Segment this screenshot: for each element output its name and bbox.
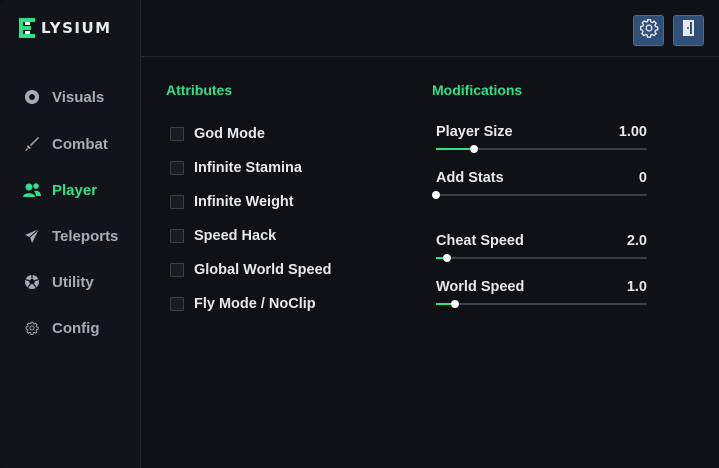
exit-button[interactable] bbox=[673, 15, 704, 46]
soccer-ball-icon bbox=[23, 273, 41, 291]
app-window: LYSIUM Visuals Combat Player Teleports U… bbox=[0, 0, 719, 468]
sidebar-item-label: Player bbox=[52, 181, 98, 199]
slider-header: World Speed 1.0 bbox=[436, 279, 648, 297]
slider-label: Add Stats bbox=[436, 170, 504, 186]
elysium-e-logo-icon bbox=[19, 18, 39, 38]
slider-value: 1.0 bbox=[626, 279, 647, 295]
sidebar-item-config[interactable]: Config bbox=[0, 308, 141, 348]
checkbox-label: Infinite Weight bbox=[194, 194, 294, 210]
slider-label: World Speed bbox=[436, 279, 525, 295]
slider-thumb[interactable] bbox=[442, 254, 451, 262]
gear-icon bbox=[639, 18, 659, 43]
checkbox-label: Infinite Stamina bbox=[194, 160, 302, 176]
checkbox[interactable] bbox=[170, 263, 184, 277]
speed-hack-toggle[interactable]: Speed Hack bbox=[170, 227, 276, 245]
slider-value: 1.00 bbox=[618, 124, 647, 140]
sidebar-item-label: Config bbox=[52, 319, 100, 337]
checkbox-label: Global World Speed bbox=[194, 262, 332, 278]
settings-button[interactable] bbox=[633, 15, 664, 46]
top-bar bbox=[141, 0, 719, 57]
checkbox[interactable] bbox=[170, 127, 184, 141]
slider-thumb[interactable] bbox=[432, 191, 440, 199]
paper-plane-icon bbox=[23, 227, 41, 245]
sidebar-item-label: Combat bbox=[52, 135, 108, 153]
sidebar-item-label: Teleports bbox=[52, 227, 119, 245]
slider-header: Cheat Speed 2.0 bbox=[436, 233, 648, 251]
add-stats-slider[interactable] bbox=[432, 191, 647, 199]
checkbox[interactable] bbox=[170, 195, 184, 209]
sidebar-item-teleports[interactable]: Teleports bbox=[0, 216, 141, 256]
logo-text: LYSIUM bbox=[41, 19, 112, 37]
checkbox-label: Fly Mode / NoClip bbox=[194, 296, 316, 312]
slider-value: 0 bbox=[638, 170, 647, 186]
fly-mode-toggle[interactable]: Fly Mode / NoClip bbox=[170, 295, 316, 313]
slider-label: Player Size bbox=[436, 124, 513, 140]
checkbox-label: Speed Hack bbox=[194, 228, 277, 244]
player-size-slider[interactable] bbox=[436, 145, 647, 153]
sidebar-item-visuals[interactable]: Visuals bbox=[0, 77, 141, 117]
world-speed-slider[interactable] bbox=[436, 300, 647, 308]
gear-icon bbox=[23, 319, 41, 337]
checkbox[interactable] bbox=[170, 229, 184, 243]
checkbox-label: God Mode bbox=[194, 126, 265, 142]
checkbox[interactable] bbox=[170, 297, 184, 311]
sidebar: LYSIUM Visuals Combat Player Teleports U… bbox=[0, 0, 141, 468]
infinite-stamina-toggle[interactable]: Infinite Stamina bbox=[170, 159, 302, 177]
eye-icon bbox=[23, 88, 41, 106]
modifications-title: Modifications bbox=[432, 82, 523, 98]
attributes-title: Attributes bbox=[166, 82, 233, 98]
door-exit-icon bbox=[680, 19, 698, 42]
slider-header: Player Size 1.00 bbox=[436, 124, 648, 142]
sidebar-item-player[interactable]: Player bbox=[0, 170, 141, 210]
sidebar-item-label: Utility bbox=[52, 273, 94, 291]
slider-header: Add Stats 0 bbox=[436, 170, 648, 188]
slider-value: 2.0 bbox=[626, 233, 647, 249]
users-icon bbox=[23, 181, 41, 199]
cheat-speed-slider[interactable] bbox=[436, 254, 647, 262]
slider-thumb[interactable] bbox=[469, 145, 478, 153]
slider-fill bbox=[436, 148, 474, 150]
sword-icon bbox=[23, 135, 41, 153]
slider-label: Cheat Speed bbox=[436, 233, 524, 249]
global-world-speed-toggle[interactable]: Global World Speed bbox=[170, 261, 332, 279]
god-mode-toggle[interactable]: God Mode bbox=[170, 125, 265, 143]
sidebar-item-combat[interactable]: Combat bbox=[0, 124, 141, 164]
logo: LYSIUM bbox=[19, 17, 112, 39]
sidebar-item-label: Visuals bbox=[52, 88, 105, 106]
infinite-weight-toggle[interactable]: Infinite Weight bbox=[170, 193, 294, 211]
sidebar-item-utility[interactable]: Utility bbox=[0, 262, 141, 302]
checkbox[interactable] bbox=[170, 161, 184, 175]
slider-thumb[interactable] bbox=[450, 300, 459, 308]
